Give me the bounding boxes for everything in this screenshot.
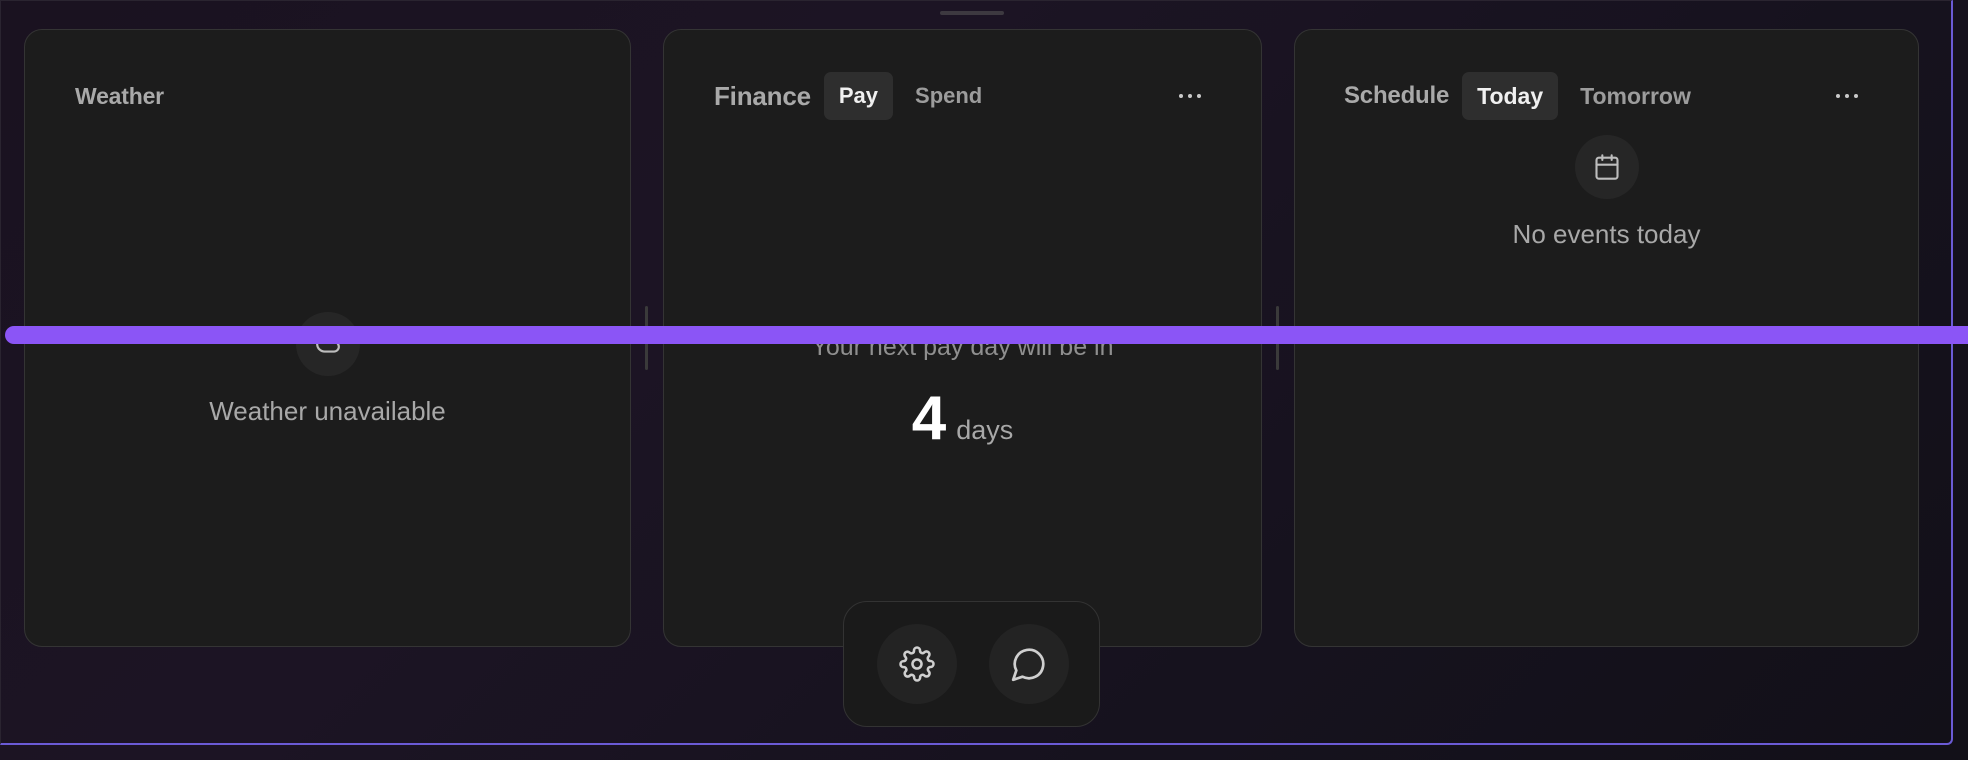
tab-spend-label: Spend [915,83,983,108]
weather-card-header: Weather [25,71,630,121]
pay-day-count: 4 days [664,383,1261,454]
chat-bubble-icon [1010,645,1048,683]
tab-pay[interactable]: Pay [823,72,894,120]
finance-card-header: Finance Pay Spend [664,71,1261,121]
drag-handle[interactable] [940,11,1004,15]
tab-pay-label: Pay [838,83,879,108]
bottom-dock [843,601,1100,727]
pay-days-number: 4 [911,384,947,453]
tab-tomorrow-label: Tomorrow [1580,82,1691,109]
tab-today-label: Today [1477,82,1544,109]
schedule-more-icon[interactable] [1832,84,1862,108]
gear-icon [899,646,935,682]
schedule-empty-text: No events today [1512,219,1701,249]
settings-button[interactable] [877,624,957,704]
finance-title: Finance [714,80,811,111]
calendar-icon [1575,135,1639,199]
cloud-icon [296,312,360,376]
schedule-card-header: Schedule Today Tomorrow [1295,71,1918,121]
schedule-title: Schedule [1344,82,1450,109]
tab-tomorrow[interactable]: Tomorrow [1565,72,1706,120]
progress-bar [5,326,1968,344]
tab-today[interactable]: Today [1462,72,1559,120]
tab-spend[interactable]: Spend [900,72,997,120]
weather-title: Weather [75,82,164,109]
pay-days-unit: days [956,415,1014,445]
chat-button[interactable] [989,624,1069,704]
finance-more-icon[interactable] [1175,84,1205,108]
weather-empty-text: Weather unavailable [209,396,446,426]
